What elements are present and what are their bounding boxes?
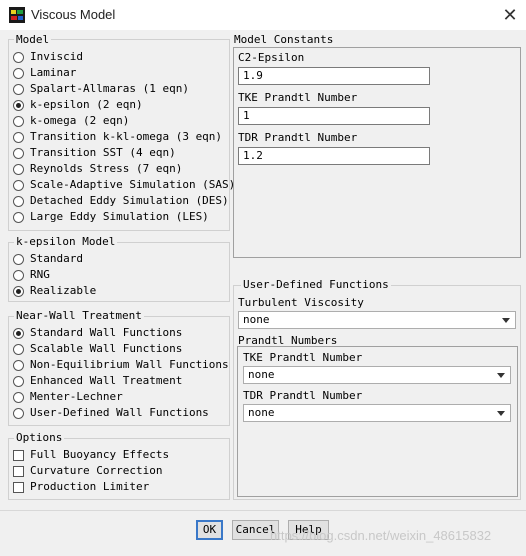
model-option[interactable]: Scale-Adaptive Simulation (SAS) <box>13 177 235 193</box>
window-title: Viscous Model <box>31 7 116 22</box>
radio-icon <box>13 285 24 297</box>
ke-option[interactable]: Standard <box>13 251 83 267</box>
radio-icon <box>13 195 24 207</box>
radio-icon <box>13 375 24 387</box>
chevron-down-icon <box>497 373 505 378</box>
near-wall-option[interactable]: Menter-Lechner <box>13 389 123 405</box>
ke-option[interactable]: RNG <box>13 267 50 283</box>
udf-tke-prandtl-value: none <box>248 368 275 381</box>
model-option[interactable]: Detached Eddy Simulation (DES) <box>13 193 229 209</box>
turbulent-viscosity-value: none <box>243 313 270 326</box>
option-checkbox[interactable]: Curvature Correction <box>13 463 162 479</box>
radio-icon <box>13 83 24 95</box>
model-option[interactable]: Transition k-kl-omega (3 eqn) <box>13 129 222 145</box>
radio-icon <box>13 51 24 63</box>
close-icon[interactable]: ✕ <box>499 4 521 26</box>
checkbox-icon <box>13 481 24 493</box>
radio-icon <box>13 99 24 111</box>
tdr-prandtl-label: TDR Prandtl Number <box>238 131 358 144</box>
title-bar: Viscous Model ✕ <box>0 0 526 30</box>
model-option[interactable]: Laminar <box>13 65 76 81</box>
ke-option[interactable]: Realizable <box>13 283 96 299</box>
radio-icon <box>13 211 24 223</box>
c2-epsilon-label: C2-Epsilon <box>238 51 305 64</box>
udf-tke-prandtl-select[interactable]: none <box>243 366 511 384</box>
turbulent-viscosity-label: Turbulent Viscosity <box>238 296 364 309</box>
checkbox-icon <box>13 465 24 477</box>
near-wall-option[interactable]: Standard Wall Functions <box>13 325 182 341</box>
model-group-label: Model <box>14 33 52 46</box>
watermark: https://blog.csdn.net/weixin_48615832 <box>270 528 492 543</box>
radio-icon <box>13 253 24 265</box>
model-option[interactable]: Large Eddy Simulation (LES) <box>13 209 209 225</box>
model-option[interactable]: Spalart-Allmaras (1 eqn) <box>13 81 189 97</box>
radio-icon <box>13 163 24 175</box>
model-option[interactable]: k-omega (2 eqn) <box>13 113 129 129</box>
radio-icon <box>13 131 24 143</box>
model-option[interactable]: k-epsilon (2 eqn) <box>13 97 143 113</box>
option-checkbox[interactable]: Full Buoyancy Effects <box>13 447 169 463</box>
radio-icon <box>13 269 24 281</box>
radio-icon <box>13 391 24 403</box>
model-option[interactable]: Inviscid <box>13 49 83 65</box>
chevron-down-icon <box>497 411 505 416</box>
udf-tdr-prandtl-label: TDR Prandtl Number <box>243 389 363 402</box>
near-wall-option[interactable]: User-Defined Wall Functions <box>13 405 209 421</box>
near-wall-option[interactable]: Non-Equilibrium Wall Functions <box>13 357 229 373</box>
turbulent-viscosity-select[interactable]: none <box>238 311 516 329</box>
ok-button[interactable]: OK <box>196 520 223 540</box>
radio-icon <box>13 179 24 191</box>
radio-icon <box>13 407 24 419</box>
options-group-label: Options <box>14 431 65 444</box>
radio-icon <box>13 343 24 355</box>
app-icon <box>9 7 25 23</box>
chevron-down-icon <box>502 318 510 323</box>
model-option[interactable]: Reynolds Stress (7 eqn) <box>13 161 182 177</box>
near-wall-option[interactable]: Scalable Wall Functions <box>13 341 182 357</box>
radio-icon <box>13 147 24 159</box>
radio-icon <box>13 327 24 339</box>
constants-label: Model Constants <box>232 33 336 46</box>
tke-prandtl-label: TKE Prandtl Number <box>238 91 358 104</box>
separator <box>0 510 526 511</box>
checkbox-icon <box>13 449 24 461</box>
udf-tdr-prandtl-select[interactable]: none <box>243 404 511 422</box>
near-wall-option[interactable]: Enhanced Wall Treatment <box>13 373 182 389</box>
tke-prandtl-input[interactable]: 1 <box>238 107 430 125</box>
udf-group-label: User-Defined Functions <box>241 278 391 291</box>
c2-epsilon-input[interactable]: 1.9 <box>238 67 430 85</box>
udf-tke-prandtl-label: TKE Prandtl Number <box>243 351 363 364</box>
near-wall-group-label: Near-Wall Treatment <box>14 309 144 322</box>
ke-model-group-label: k-epsilon Model <box>14 235 118 248</box>
model-option[interactable]: Transition SST (4 eqn) <box>13 145 176 161</box>
option-checkbox[interactable]: Production Limiter <box>13 479 149 495</box>
radio-icon <box>13 67 24 79</box>
radio-icon <box>13 115 24 127</box>
udf-tdr-prandtl-value: none <box>248 406 275 419</box>
tdr-prandtl-input[interactable]: 1.2 <box>238 147 430 165</box>
radio-icon <box>13 359 24 371</box>
